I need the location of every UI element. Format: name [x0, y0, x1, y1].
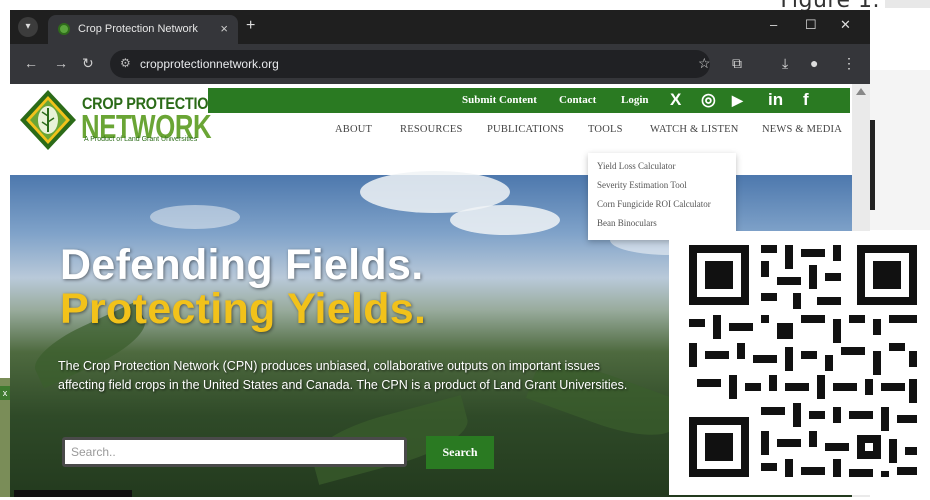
- background-close-icon: x: [0, 386, 10, 400]
- background-window-right: [870, 70, 930, 230]
- hero-headline: Defending Fields.: [60, 241, 424, 289]
- nav-publications[interactable]: PUBLICATIONS: [487, 124, 564, 135]
- menu-item-yield-loss[interactable]: Yield Loss Calculator: [597, 161, 676, 171]
- search-button[interactable]: Search: [426, 436, 494, 469]
- extensions-icon[interactable]: ⧉: [732, 55, 742, 72]
- new-tab-button[interactable]: +: [246, 17, 255, 35]
- youtube-icon[interactable]: ▶: [732, 92, 743, 109]
- submit-content-link[interactable]: Submit Content: [462, 94, 537, 106]
- background-window-edge: [870, 120, 875, 210]
- login-link[interactable]: Login: [621, 94, 649, 106]
- brand-tagline: A Product of Land Grant Universities: [84, 136, 198, 143]
- contact-link[interactable]: Contact: [559, 94, 596, 106]
- x-twitter-icon[interactable]: X: [670, 90, 681, 110]
- hero-description: The Crop Protection Network (CPN) produc…: [58, 359, 628, 392]
- profile-icon[interactable]: ●: [810, 55, 818, 71]
- tools-dropdown-menu: Yield Loss Calculator Severity Estimatio…: [588, 153, 736, 240]
- favicon-icon: [58, 23, 70, 35]
- back-icon[interactable]: ←: [24, 55, 38, 71]
- qr-code-icon: [669, 231, 930, 495]
- cloud: [450, 205, 560, 235]
- minimize-button[interactable]: –: [770, 17, 777, 32]
- maximize-button[interactable]: ☐: [805, 17, 817, 33]
- browser-toolbar: ← → ↻ ⚙ cropprotectionnetwork.org ☆ ⧉ ⤓ …: [10, 44, 870, 84]
- address-bar[interactable]: ⚙ cropprotectionnetwork.org: [110, 50, 710, 78]
- forward-icon[interactable]: →: [54, 55, 68, 71]
- cloud: [150, 205, 240, 229]
- menu-item-severity[interactable]: Severity Estimation Tool: [597, 180, 687, 190]
- menu-item-corn-fungicide[interactable]: Corn Fungicide ROI Calculator: [597, 199, 711, 209]
- url-text: cropprotectionnetwork.org: [140, 57, 279, 71]
- hero-subheadline: Protecting Yields.: [60, 285, 427, 333]
- background-window-bottom: [14, 490, 132, 497]
- facebook-icon[interactable]: f: [803, 90, 809, 110]
- site-settings-icon[interactable]: ⚙: [120, 56, 131, 70]
- menu-icon[interactable]: ⋮: [842, 55, 856, 72]
- tab-close-icon[interactable]: ×: [220, 21, 228, 36]
- nav-resources[interactable]: RESOURCES: [400, 124, 462, 135]
- figure-corner: [885, 0, 930, 8]
- instagram-icon[interactable]: ◎: [701, 90, 716, 110]
- download-icon[interactable]: ⤓: [782, 55, 788, 72]
- cpn-logo-icon[interactable]: [16, 88, 80, 152]
- browser-tab[interactable]: Crop Protection Network ×: [48, 15, 238, 44]
- close-window-button[interactable]: ✕: [840, 17, 851, 33]
- qr-code-image: [669, 231, 930, 495]
- nav-about[interactable]: ABOUT: [335, 124, 372, 135]
- bookmark-star-icon[interactable]: ☆: [698, 55, 711, 72]
- nav-tools[interactable]: TOOLS: [588, 124, 623, 135]
- nav-news-media[interactable]: NEWS & MEDIA: [762, 124, 842, 135]
- nav-watch-listen[interactable]: WATCH & LISTEN: [650, 124, 739, 135]
- tab-search-icon[interactable]: ▾: [18, 17, 38, 37]
- reload-icon[interactable]: ↻: [82, 55, 94, 72]
- linkedin-icon[interactable]: in: [768, 90, 783, 110]
- menu-item-bean-binoculars[interactable]: Bean Binoculars: [597, 218, 657, 228]
- tab-strip: ▾ Crop Protection Network × + – ☐ ✕: [10, 10, 870, 44]
- search-input[interactable]: [62, 437, 407, 467]
- tab-title: Crop Protection Network: [78, 23, 198, 35]
- utility-bar: Submit Content Contact Login X ◎ ▶ in f: [208, 88, 850, 113]
- scroll-up-icon[interactable]: [856, 88, 866, 95]
